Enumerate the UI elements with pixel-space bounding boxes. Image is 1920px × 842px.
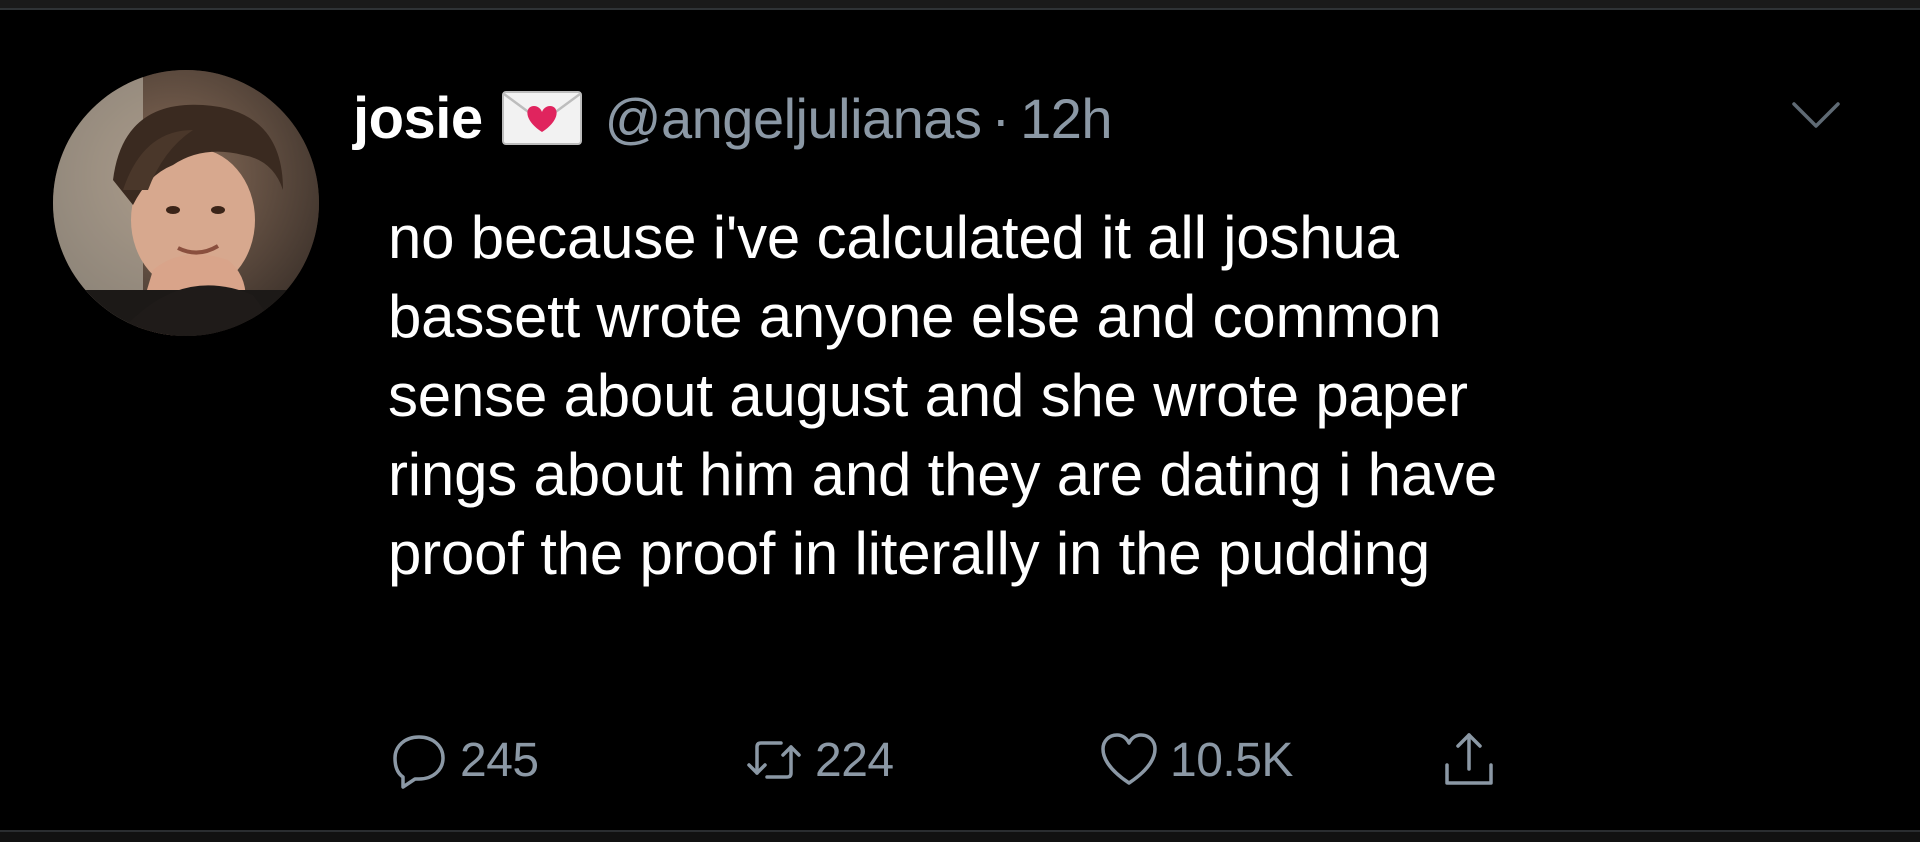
tweet-text-line: rings about him and they are dating i ha… <box>388 441 1497 508</box>
avatar[interactable] <box>53 70 319 336</box>
like-button[interactable]: 10.5K <box>1098 728 1293 792</box>
retweet-count: 224 <box>815 733 894 787</box>
reply-count: 245 <box>460 733 539 787</box>
reply-button[interactable]: 245 <box>388 728 539 792</box>
separator-dot: · <box>991 86 1011 150</box>
like-count: 10.5K <box>1170 733 1293 787</box>
user-handle[interactable]: @angeljulianas <box>605 86 982 151</box>
heart-icon <box>1098 729 1160 791</box>
chevron-down-icon[interactable] <box>1790 98 1842 132</box>
tweet-header: josie @angeljulianas · 12h <box>353 80 1113 156</box>
timestamp[interactable]: 12h <box>1020 86 1112 151</box>
avatar-image <box>53 70 319 336</box>
love-letter-icon <box>501 90 583 146</box>
tweet-text-line: no because i've calculated it all joshua <box>388 204 1399 271</box>
tweet-text: no because i've calculated it all joshua… <box>388 198 1808 593</box>
tweet-actions: 245 224 10.5K <box>388 728 1638 792</box>
top-divider <box>0 0 1920 10</box>
tweet[interactable]: josie @angeljulianas · 12h no because i'… <box>0 12 1920 830</box>
bottom-divider <box>0 830 1920 842</box>
tweet-text-line: sense about august and she wrote paper <box>388 362 1468 429</box>
share-icon <box>1438 729 1500 791</box>
retweet-button[interactable]: 224 <box>743 728 894 792</box>
display-name[interactable]: josie <box>353 85 483 152</box>
reply-icon <box>388 729 450 791</box>
tweet-text-line: proof the proof in literally in the pudd… <box>388 520 1431 587</box>
retweet-icon <box>743 729 805 791</box>
share-button[interactable] <box>1438 728 1500 792</box>
tweet-text-line: bassett wrote anyone else and common <box>388 283 1442 350</box>
